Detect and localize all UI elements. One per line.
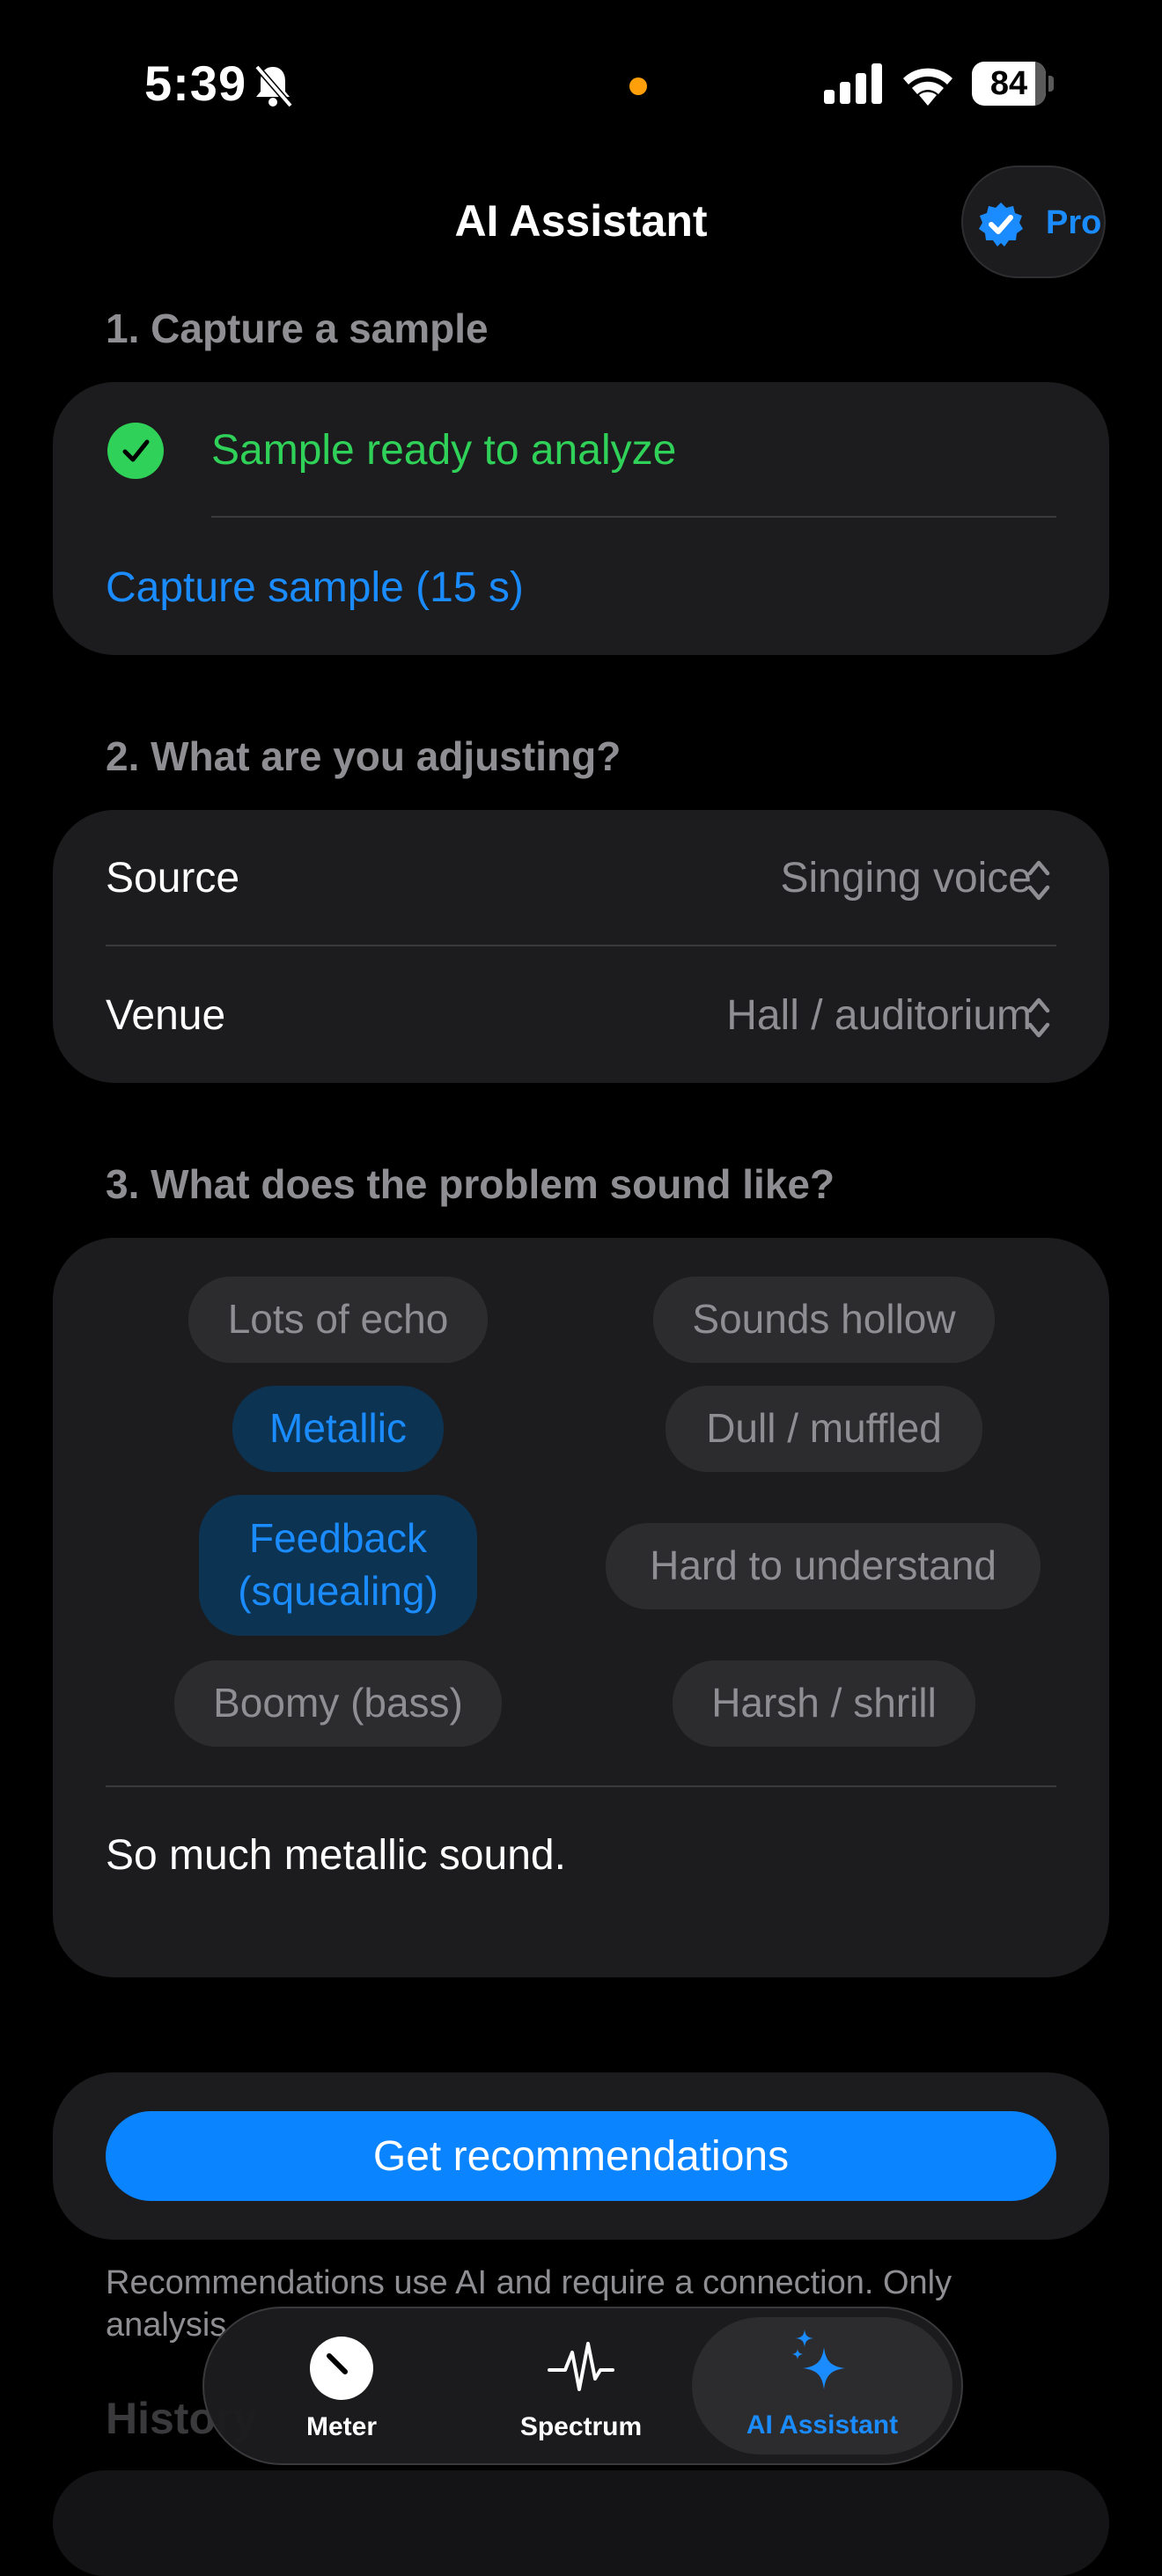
- pro-badge-button[interactable]: Pro: [961, 166, 1106, 278]
- sparkles-icon: [785, 2326, 859, 2400]
- wifi-icon: [900, 62, 956, 106]
- tab-spectrum[interactable]: Spectrum: [475, 2317, 687, 2442]
- status-time: 5:39: [144, 55, 247, 111]
- gauge-icon: [310, 2337, 373, 2400]
- get-recommendations-button[interactable]: Get recommendations: [106, 2111, 1056, 2201]
- disclaimer-text-line2: analysis: [106, 2307, 227, 2344]
- chip-harsh-shrill[interactable]: Harsh / shrill: [673, 1660, 975, 1747]
- history-card: [53, 2470, 1109, 2576]
- chip-feedback-squealing[interactable]: Feedback (squealing): [199, 1495, 477, 1636]
- chip-boomy-bass[interactable]: Boomy (bass): [174, 1660, 502, 1747]
- adjusting-card: [53, 810, 1109, 1083]
- section-title-adjusting: 2. What are you adjusting?: [106, 733, 621, 779]
- battery-icon: 84: [972, 62, 1055, 106]
- divider: [211, 516, 1056, 518]
- sample-ready-text: Sample ready to analyze: [211, 427, 677, 474]
- source-label: Source: [106, 855, 240, 902]
- tab-meter[interactable]: Meter: [236, 2317, 447, 2442]
- section-title-capture: 1. Capture a sample: [106, 305, 489, 351]
- tab-meter-label: Meter: [305, 2412, 378, 2441]
- chip-sounds-hollow[interactable]: Sounds hollow: [653, 1277, 995, 1363]
- source-value[interactable]: Singing voice: [780, 854, 1032, 902]
- venue-label: Venue: [106, 992, 226, 1039]
- waveform-icon: [548, 2337, 614, 2400]
- chip-dull-muffled[interactable]: Dull / muffled: [666, 1386, 982, 1472]
- chip-lots-of-echo[interactable]: Lots of echo: [188, 1277, 488, 1363]
- chevron-up-down-icon: [1025, 993, 1053, 1042]
- privacy-indicator-dot: [629, 77, 647, 95]
- section-title-problem: 3. What does the problem sound like?: [106, 1161, 835, 1207]
- tab-ai-assistant-label: AI Assistant: [746, 2410, 899, 2440]
- cellular-signal-icon: [824, 63, 882, 104]
- silent-mode-icon: [252, 63, 294, 108]
- venue-value[interactable]: Hall / auditorium: [726, 991, 1032, 1040]
- divider: [106, 945, 1056, 946]
- capture-sample-button[interactable]: Capture sample (15 s): [106, 563, 524, 612]
- problem-description-field[interactable]: So much metallic sound.: [106, 1831, 566, 1880]
- checkmark-circle-icon: [107, 423, 164, 479]
- tab-spectrum-label: Spectrum: [519, 2412, 643, 2441]
- battery-level: 84: [989, 65, 1028, 102]
- capture-card: Sample ready to analyze Capture sample (…: [53, 382, 1109, 655]
- pro-label: Pro: [1046, 204, 1102, 241]
- verified-badge-icon: [977, 201, 1025, 248]
- divider: [106, 1785, 1056, 1787]
- chip-metallic[interactable]: Metallic: [232, 1386, 444, 1472]
- chip-hard-to-understand[interactable]: Hard to understand: [606, 1523, 1041, 1609]
- disclaimer-text: Recommendations use AI and require a con…: [106, 2264, 952, 2301]
- chevron-up-down-icon: [1025, 856, 1053, 905]
- tab-ai-assistant[interactable]: AI Assistant: [717, 2317, 928, 2440]
